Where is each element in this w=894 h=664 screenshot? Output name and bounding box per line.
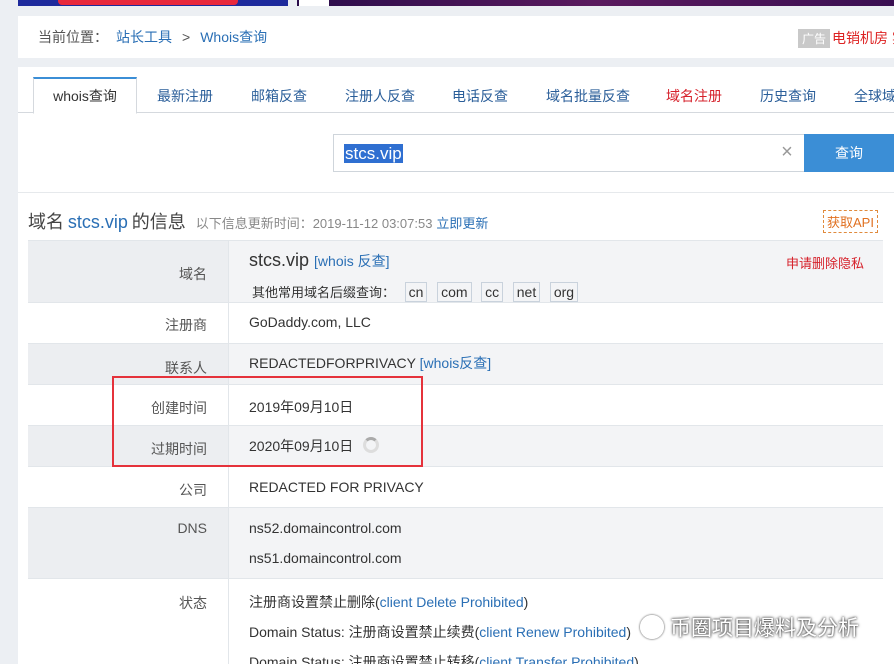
tab-latest-registration[interactable]: 最新注册 [157,77,213,113]
dns-value-1: ns52.domaincontrol.com [249,520,402,536]
status-line-3: Domain Status: 注册商设置禁止转移(client Transfer… [249,652,639,664]
update-now-link[interactable]: 立即更新 [436,216,488,231]
breadcrumb-label: 当前位置： [38,29,108,45]
row-key: 注册商 [28,303,229,343]
top-banner-ad-right[interactable] [297,0,894,6]
search-input[interactable]: stcs.vip × [333,134,805,172]
status-text: Domain Status: 注册商设置禁止续费( [249,624,480,640]
domain-value: stcs.vip [249,250,310,270]
update-time-note: 以下信息更新时间：2019-11-12 03:07:53 [195,216,433,231]
tab-batch-reverse[interactable]: 域名批量反查 [546,77,630,113]
ad-link[interactable]: 电销机房 实 [832,28,894,48]
suffix-cc[interactable]: cc [481,282,504,302]
row-domain: 域名 stcs.vip [whois 反查] 其他常用域名后缀查询： cn co… [28,240,883,302]
suffix-label: 其他常用域名后缀查询： [252,285,396,300]
contact-value: REDACTEDFORPRIVACY [249,355,416,371]
status-line-2: Domain Status: 注册商设置禁止续费(client Renew Pr… [249,622,631,642]
clear-icon[interactable]: × [778,142,796,162]
watermark: 币圈项目爆料及分析 [640,612,859,642]
status-line-1: 注册商设置禁止删除(client Delete Prohibited) [249,592,528,612]
info-heading: 域名 stcs.vip 的信息 以下信息更新时间：2019-11-12 03:0… [28,208,488,234]
row-value: REDACTED FOR PRIVACY [249,479,424,495]
tab-email-reverse[interactable]: 邮箱反查 [251,77,307,113]
row-key: 公司 [28,467,229,507]
row-value: stcs.vip [whois 反查] [249,250,390,271]
row-value: GoDaddy.com, LLC [249,314,371,330]
tab-bar: whois查询 最新注册 邮箱反查 注册人反查 电话反查 域名批量反查 域名注册… [18,77,894,114]
banner-pill [58,0,238,5]
breadcrumb-item-whois[interactable]: Whois查询 [200,27,267,47]
whois-panel: whois查询 最新注册 邮箱反查 注册人反查 电话反查 域名批量反查 域名注册… [18,67,894,664]
info-title-prefix: 域名 [28,212,64,232]
tab-whois[interactable]: whois查询 [33,77,137,114]
info-title-suffix: 的信息 [131,212,186,232]
status-end: ) [626,624,632,640]
suffix-row: 其他常用域名后缀查询： cn com cc net org [252,282,579,302]
row-dns: DNS ns52.domaincontrol.com ns51.domainco… [28,507,883,578]
status-end: ) [634,654,639,664]
contact-reverse-link[interactable]: [whois反查] [420,355,492,371]
whois-reverse-link[interactable]: [whois 反查] [314,253,389,269]
row-key: 域名 [28,241,229,302]
search-button[interactable]: 查询 [804,134,894,172]
status-end: ) [523,594,529,610]
get-api-button[interactable]: 获取API [823,210,878,233]
breadcrumb-item-tools[interactable]: 站长工具 [116,27,172,47]
banner-logo [299,0,329,6]
breadcrumb: 当前位置： 站长工具 > Whois查询 广告 电销机房 实 [18,16,894,58]
suffix-org[interactable]: org [549,282,579,302]
divider [18,192,894,193]
tab-phone-reverse[interactable]: 电话反查 [452,77,508,113]
status-text: Domain Status: 注册商设置禁止转移( [249,654,480,664]
breadcrumb-separator: > [182,29,191,45]
highlight-box [112,376,423,467]
row-key: DNS [28,508,229,578]
tab-global-domain[interactable]: 全球域 [854,77,894,113]
dns-value-2: ns51.domaincontrol.com [249,550,402,566]
row-registrar: 注册商 GoDaddy.com, LLC [28,302,883,343]
tab-history[interactable]: 历史查询 [760,77,816,113]
search-input-value: stcs.vip [344,144,403,163]
status-text: 注册商设置禁止删除( [249,594,380,610]
suffix-com[interactable]: com [437,282,472,302]
tab-registrant-reverse[interactable]: 注册人反查 [345,77,415,113]
top-banner-ad-left[interactable] [18,0,288,6]
row-value: REDACTEDFORPRIVACY [whois反查] [249,353,491,373]
suffix-cn[interactable]: cn [404,282,428,302]
wechat-icon [640,615,664,639]
ad-badge: 广告 [798,29,831,48]
suffix-net[interactable]: net [512,282,541,302]
delete-privacy-link[interactable]: 申请删除隐私 [786,253,864,272]
row-key: 状态 [28,579,229,664]
status-link[interactable]: client Transfer Prohibited [479,654,634,664]
status-link[interactable]: client Renew Prohibited [479,624,626,640]
info-title-domain: stcs.vip [67,212,128,232]
watermark-text: 币圈项目爆料及分析 [670,617,859,640]
status-link[interactable]: client Delete Prohibited [380,594,524,610]
row-company: 公司 REDACTED FOR PRIVACY [28,466,883,507]
tab-domain-registration[interactable]: 域名注册 [666,77,722,113]
